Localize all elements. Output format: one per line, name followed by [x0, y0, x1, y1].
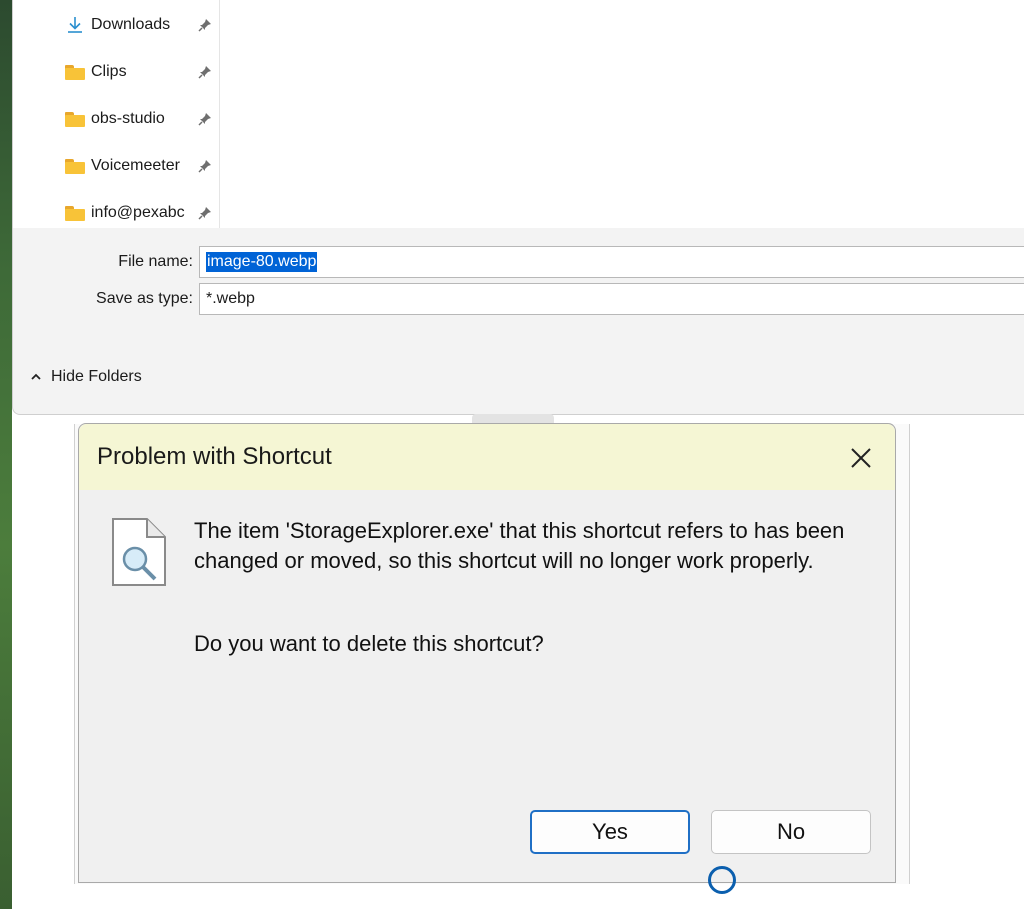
nav-item-downloads[interactable]: Downloads [65, 13, 170, 37]
hide-folders-label: Hide Folders [51, 368, 142, 385]
download-arrow-icon [68, 17, 82, 33]
no-button[interactable]: No [711, 810, 871, 854]
nav-item-voicemeeter[interactable]: Voicemeeter [65, 154, 180, 178]
hide-folders-button[interactable]: Hide Folders [29, 368, 142, 386]
problem-with-shortcut-dialog: Problem with Shortcut The item 'StorageE… [78, 423, 896, 883]
dialog-title: Problem with Shortcut [97, 443, 332, 470]
chevron-up-icon [31, 373, 41, 380]
file-name-value: image-80.webp [206, 252, 318, 272]
save-type-row: Save as type: *.webp [13, 283, 1024, 315]
save-type-label: Save as type: [96, 290, 193, 307]
nav-item-label: Downloads [91, 16, 171, 33]
nav-item-label: info@pexabc [91, 204, 185, 221]
broken-shortcut-document-icon [112, 518, 166, 586]
close-button[interactable] [841, 438, 881, 478]
file-name-input[interactable]: image-80.webp [199, 246, 1024, 278]
folder-icon [65, 205, 85, 221]
nav-item-info-pexabc[interactable]: info@pexabc [65, 201, 185, 225]
nav-item-label: obs-studio [91, 110, 165, 127]
save-as-dialog: Downloads Clips obs-studio Voicemeeter i… [12, 0, 1024, 415]
pin-icon[interactable] [197, 158, 213, 174]
file-name-label: File name: [118, 253, 193, 270]
dialog-message: The item 'StorageExplorer.exe' that this… [194, 518, 845, 573]
mouse-cursor-indicator [708, 866, 736, 894]
nav-item-label: Clips [91, 63, 127, 80]
file-name-row: File name: image-80.webp [13, 246, 1024, 278]
pin-icon[interactable] [197, 205, 213, 221]
pin-icon[interactable] [197, 64, 213, 80]
file-list-pane[interactable] [220, 0, 1024, 228]
desktop-wallpaper-strip [0, 0, 12, 909]
dialog-question: Do you want to delete this shortcut? [194, 631, 544, 656]
folder-icon [65, 158, 85, 174]
nav-item-clips[interactable]: Clips [65, 60, 127, 84]
navigation-pane: Downloads Clips obs-studio Voicemeeter i… [13, 0, 220, 228]
pin-icon[interactable] [197, 111, 213, 127]
nav-item-label: Voicemeeter [91, 157, 180, 174]
yes-button[interactable]: Yes [530, 810, 690, 854]
save-type-value: *.webp [206, 290, 255, 307]
folder-icon [65, 111, 85, 127]
close-icon [851, 448, 871, 468]
pin-icon[interactable] [197, 17, 213, 33]
dialog-titlebar: Problem with Shortcut [79, 424, 895, 490]
folder-icon [65, 64, 85, 80]
save-type-select[interactable]: *.webp [199, 283, 1024, 315]
nav-item-obs-studio[interactable]: obs-studio [65, 107, 165, 131]
